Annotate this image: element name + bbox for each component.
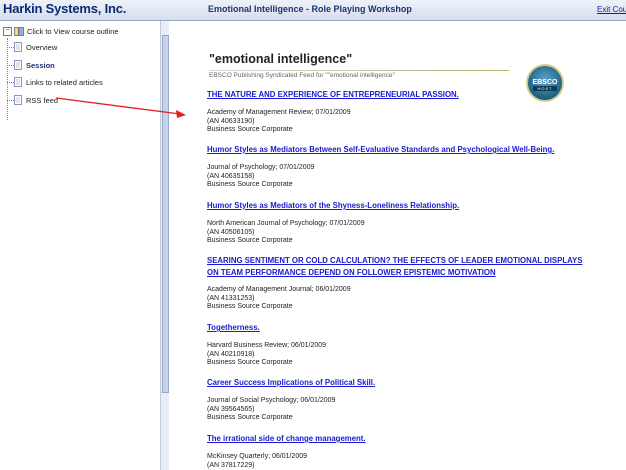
article-source: Journal of Social Psychology; 06/01/2009 xyxy=(207,397,336,404)
article-an: (AN 40633190) xyxy=(207,117,255,125)
article-source: Harvard Business Review; 06/01/2009 xyxy=(207,342,327,349)
sidebar-item-session[interactable]: Session xyxy=(7,59,55,71)
article-link[interactable]: Career Success Implications of Political… xyxy=(207,378,375,387)
article-link[interactable]: The irrational side of change management… xyxy=(207,434,366,443)
logo-text-bottom: HOST xyxy=(537,86,552,91)
sidebar-item-label: Links to related articles xyxy=(26,77,103,87)
article-db: Business Source Corporate xyxy=(207,303,293,310)
page-icon xyxy=(14,42,22,52)
article-link-continued[interactable]: ON TEAM PERFORMANCE DEPEND ON FOLLOWER E… xyxy=(207,268,496,277)
title-bar: Harkin Systems, Inc. Emotional Intellige… xyxy=(0,0,626,21)
course-outline-label: Click to View course outline xyxy=(27,26,119,36)
title-divider xyxy=(209,70,509,71)
article-source: North American Journal of Psychology; 07… xyxy=(207,220,365,227)
article-meta: Academy of Management Journal; 06/01/200… xyxy=(207,286,351,312)
article-an: (AN 41331253) xyxy=(207,294,255,302)
article-meta: North American Journal of Psychology; 07… xyxy=(207,220,365,246)
page-icon xyxy=(14,95,22,105)
feed-title: "emotional intelligence" xyxy=(209,52,353,66)
article-an: (AN 40210918) xyxy=(207,350,255,358)
rss-feed-panel: "emotional intelligence" EBSCO Publishin… xyxy=(169,21,626,470)
sidebar-item-label: Session xyxy=(26,60,55,70)
article-link[interactable]: Togetherness. xyxy=(207,323,260,332)
sidebar-item-label: RSS feed xyxy=(26,95,59,105)
page-icon xyxy=(14,60,22,70)
article-an: (AN 40635158) xyxy=(207,172,255,180)
article-link[interactable]: Humor Styles as Mediators of the Shyness… xyxy=(207,201,459,210)
course-outline-root[interactable]: − Click to View course outline xyxy=(3,25,119,37)
exit-course-link[interactable]: Exit Course xyxy=(597,5,626,14)
article-meta: Harvard Business Review; 06/01/2009 (AN … xyxy=(207,342,326,368)
article-db: Business Source Corporate xyxy=(207,414,293,421)
sidebar-item-label: Overview xyxy=(26,42,58,52)
article-an: (AN 40506105) xyxy=(207,228,255,236)
article-an: (AN 37817229) xyxy=(207,461,255,469)
article-link[interactable]: Humor Styles as Mediators Between Self-E… xyxy=(207,145,554,154)
article-meta: McKinsey Quarterly; 06/01/2009 (AN 37817… xyxy=(207,453,307,470)
logo-text-top: EBSCO xyxy=(533,79,558,86)
article-source: Academy of Management Journal; 06/01/200… xyxy=(207,286,351,293)
app-title: Harkin Systems, Inc. xyxy=(3,1,127,16)
page-icon xyxy=(14,77,22,87)
article-db: Business Source Corporate xyxy=(207,237,293,244)
sidebar-item-overview[interactable]: Overview xyxy=(7,41,58,53)
article-link[interactable]: THE NATURE AND EXPERIENCE OF ENTREPRENEU… xyxy=(207,90,459,99)
sidebar-item-links[interactable]: Links to related articles xyxy=(7,76,103,88)
article-meta: Academy of Management Review; 07/01/2009… xyxy=(207,109,351,135)
collapse-toggle-icon[interactable]: − xyxy=(3,26,12,36)
article-meta: Journal of Social Psychology; 06/01/2009… xyxy=(207,397,335,423)
book-icon xyxy=(14,26,24,36)
page-title: Emotional Intelligence - Role Playing Wo… xyxy=(208,4,412,14)
tree-connector xyxy=(7,38,8,120)
article-db: Business Source Corporate xyxy=(207,126,293,133)
sidebar-scrollbar[interactable] xyxy=(160,21,169,470)
course-outline-sidebar: − Click to View course outline Overview … xyxy=(0,21,166,470)
article-meta: Journal of Psychology; 07/01/2009 (AN 40… xyxy=(207,164,314,190)
article-link[interactable]: SEARING SENTIMENT OR COLD CALCULATION? T… xyxy=(207,256,582,265)
ebsco-host-logo: EBSCO HOST xyxy=(525,63,565,103)
scrollbar-thumb[interactable] xyxy=(162,35,169,393)
article-db: Business Source Corporate xyxy=(207,181,293,188)
article-source: Journal of Psychology; 07/01/2009 xyxy=(207,164,315,171)
article-an: (AN 39564565) xyxy=(207,405,255,413)
article-source: McKinsey Quarterly; 06/01/2009 xyxy=(207,453,307,460)
sidebar-item-rss-feed[interactable]: RSS feed xyxy=(7,94,59,106)
article-db: Business Source Corporate xyxy=(207,359,293,366)
feed-subtitle: EBSCO Publishing Syndicated Feed for ""e… xyxy=(209,72,395,79)
article-source: Academy of Management Review; 07/01/2009 xyxy=(207,109,351,116)
